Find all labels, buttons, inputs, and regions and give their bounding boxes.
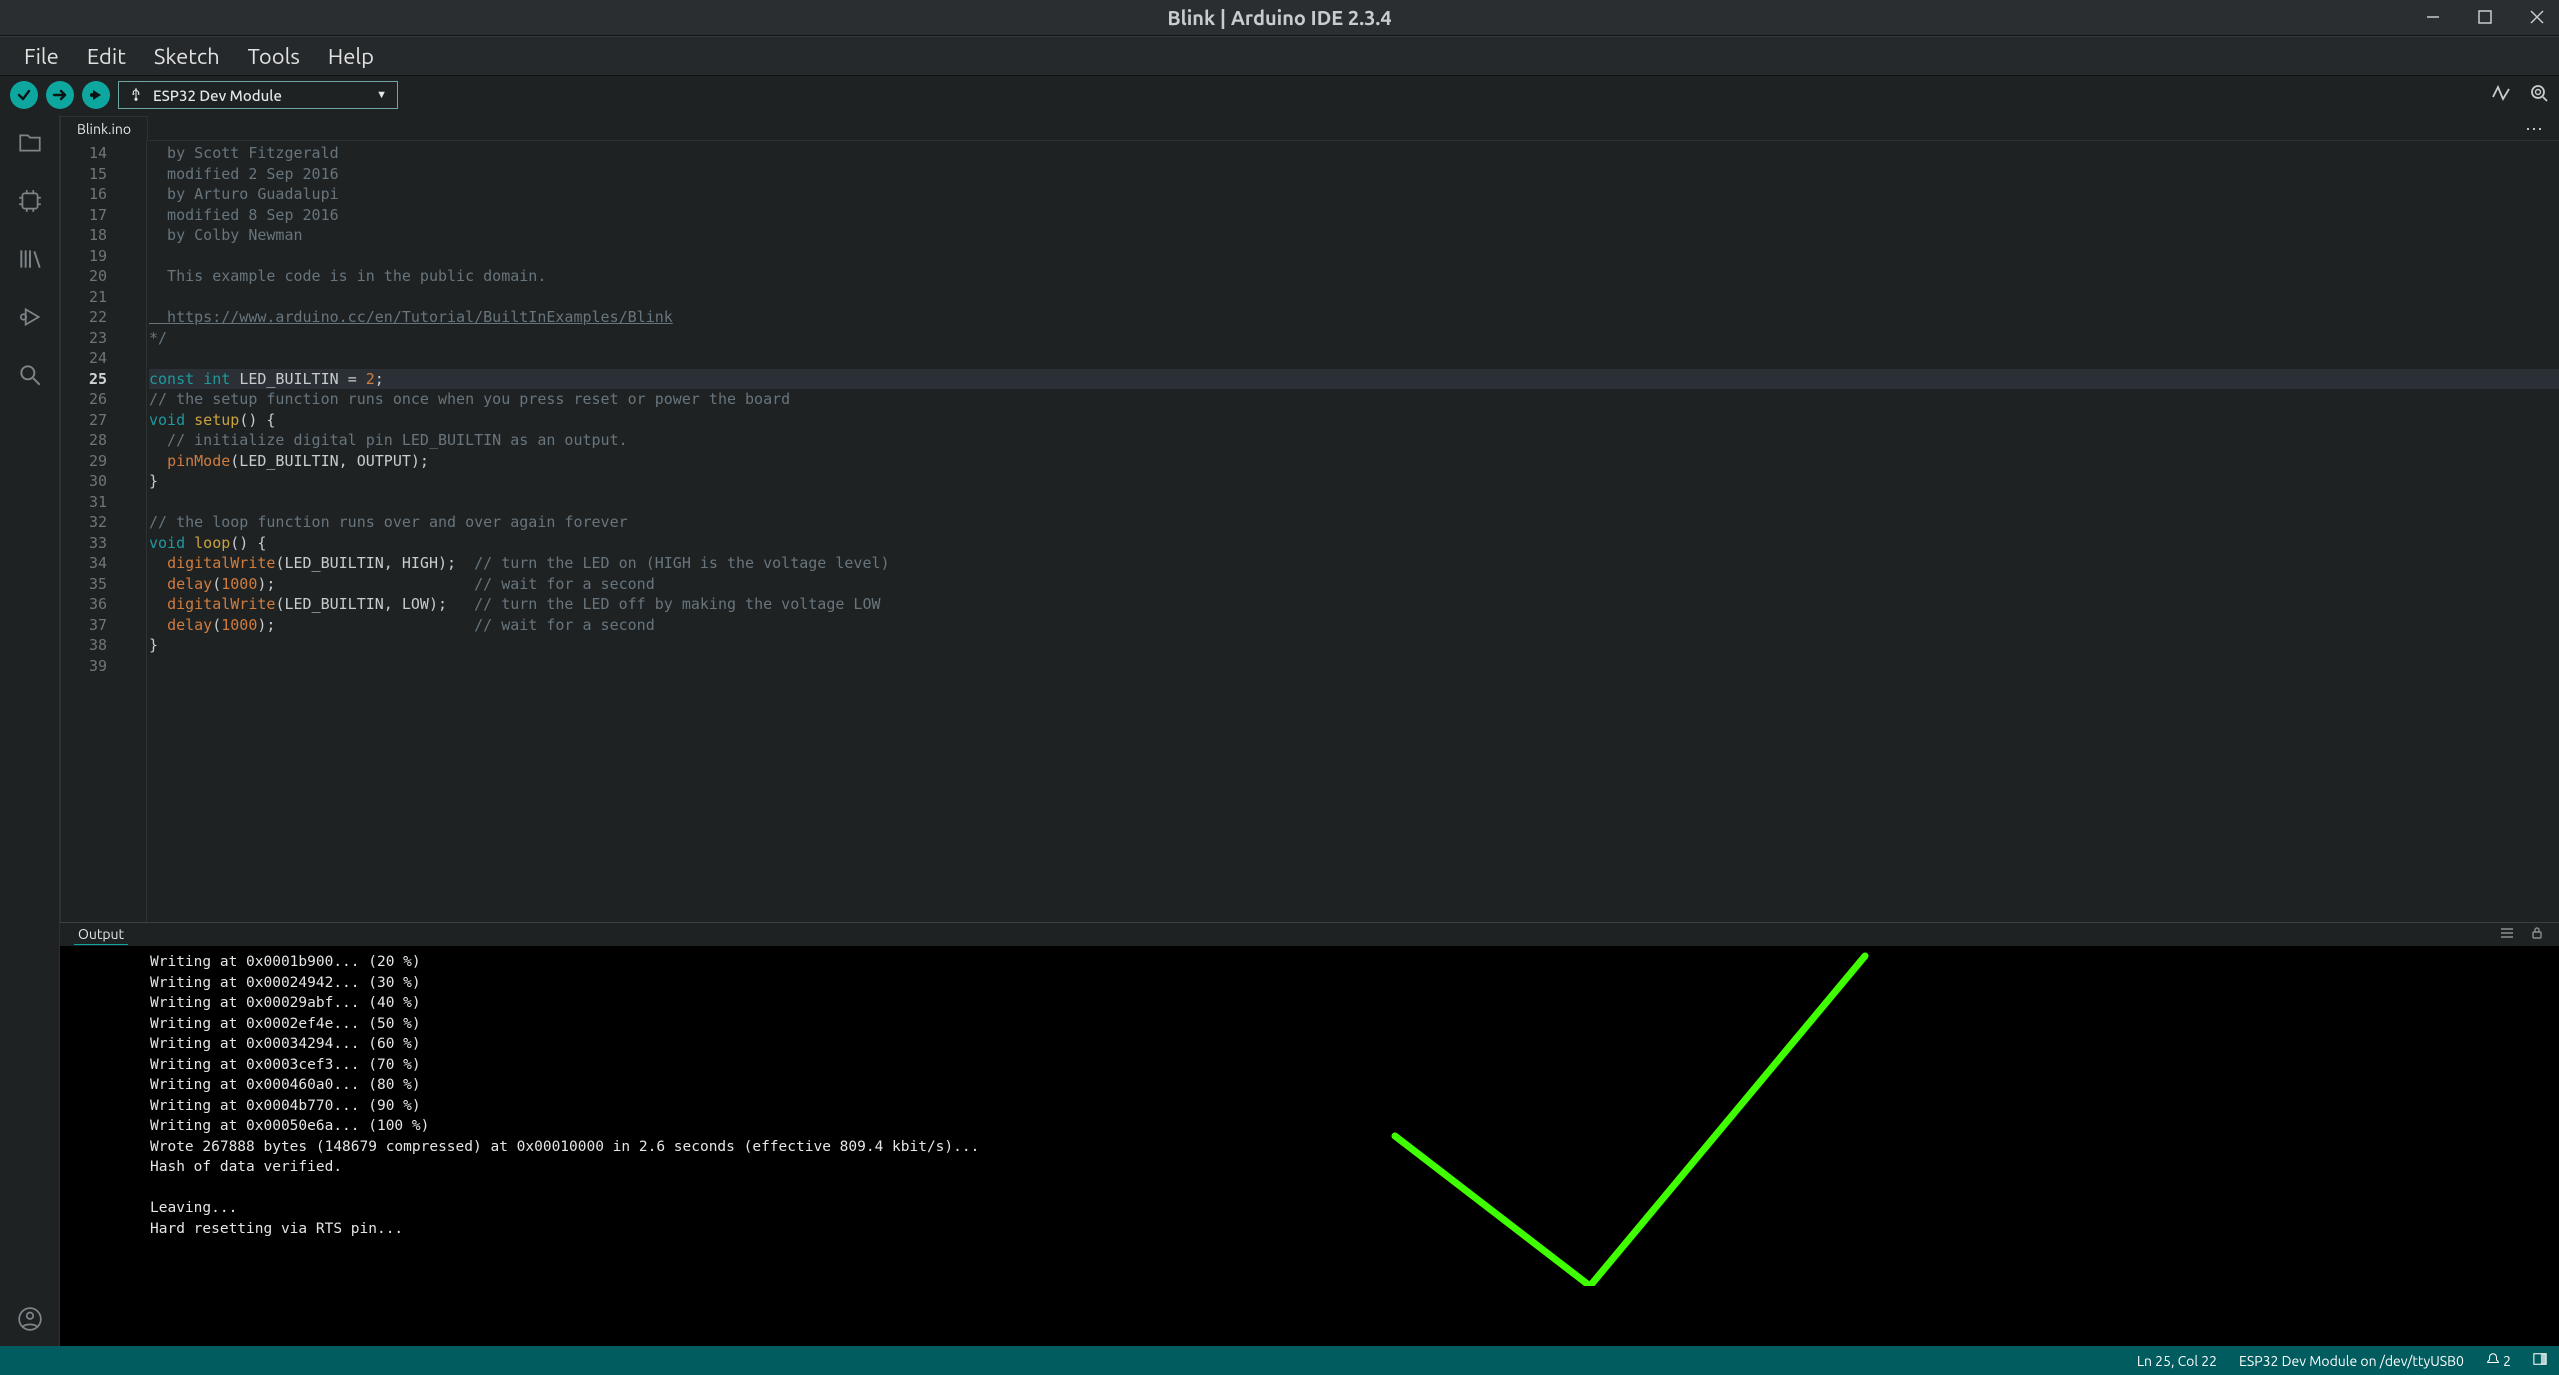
board-name: ESP32 Dev Module <box>153 87 282 104</box>
boards-manager-icon[interactable] <box>17 188 43 214</box>
output-lock-icon[interactable] <box>2529 925 2545 945</box>
search-icon[interactable] <box>17 362 43 388</box>
board-selector[interactable]: ESP32 Dev Module ▼ <box>118 81 398 109</box>
statusbar: Ln 25, Col 22 ESP32 Dev Module on /dev/t… <box>0 1346 2559 1375</box>
output-tab[interactable]: Output <box>74 924 128 945</box>
menu-tools[interactable]: Tools <box>234 38 314 75</box>
notification-count: 2 <box>2503 1353 2511 1369</box>
minimize-button[interactable] <box>2425 6 2441 29</box>
menu-file[interactable]: File <box>10 38 73 75</box>
menubar: File Edit Sketch Tools Help <box>0 36 2559 76</box>
menu-edit[interactable]: Edit <box>73 38 140 75</box>
verify-button[interactable] <box>10 81 38 109</box>
status-cursor[interactable]: Ln 25, Col 22 <box>2137 1353 2217 1369</box>
code-editor[interactable]: 1415161718192021222324252627282930313233… <box>60 140 2559 922</box>
upload-button[interactable] <box>46 81 74 109</box>
window-title: Blink | Arduino IDE 2.3.4 <box>1167 6 1391 29</box>
layout-button[interactable] <box>2533 1352 2547 1369</box>
maximize-button[interactable] <box>2477 6 2493 29</box>
menu-sketch[interactable]: Sketch <box>140 38 234 75</box>
toolbar: ESP32 Dev Module ▼ <box>0 76 2559 114</box>
line-number-gutter: 1415161718192021222324252627282930313233… <box>61 141 117 922</box>
serial-plotter-button[interactable] <box>2491 83 2511 107</box>
debug-button[interactable] <box>82 81 110 109</box>
titlebar: Blink | Arduino IDE 2.3.4 <box>0 0 2559 36</box>
tab-overflow-button[interactable]: ⋯ <box>2525 119 2543 140</box>
tab-label: Blink.ino <box>77 121 131 137</box>
notifications-button[interactable]: 2 <box>2486 1352 2511 1369</box>
window-controls <box>2425 0 2545 35</box>
output-console[interactable]: Writing at 0x0001b900... (20 %) Writing … <box>60 946 2559 1346</box>
status-board[interactable]: ESP32 Dev Module on /dev/ttyUSB0 <box>2239 1353 2464 1369</box>
code-content[interactable]: by Scott Fitzgerald modified 2 Sep 2016 … <box>147 141 2559 922</box>
serial-monitor-button[interactable] <box>2529 83 2549 107</box>
workarea: Blink.ino ⋯ 1415161718192021222324252627… <box>0 114 2559 1346</box>
output-options-icon[interactable] <box>2499 925 2515 945</box>
account-icon[interactable] <box>17 1306 43 1332</box>
library-manager-icon[interactable] <box>17 246 43 272</box>
editor-tabs: Blink.ino ⋯ <box>60 114 2559 140</box>
activity-bar <box>0 114 60 1346</box>
sketchbook-icon[interactable] <box>17 130 43 156</box>
output-header: Output <box>60 922 2559 946</box>
close-button[interactable] <box>2529 6 2545 29</box>
main-area: Blink.ino ⋯ 1415161718192021222324252627… <box>60 114 2559 1346</box>
chevron-down-icon: ▼ <box>376 89 387 101</box>
tab-blink[interactable]: Blink.ino <box>60 116 148 141</box>
usb-icon <box>129 87 143 104</box>
debug-icon[interactable] <box>17 304 43 330</box>
menu-help[interactable]: Help <box>314 38 388 75</box>
fold-gutter <box>117 141 147 922</box>
